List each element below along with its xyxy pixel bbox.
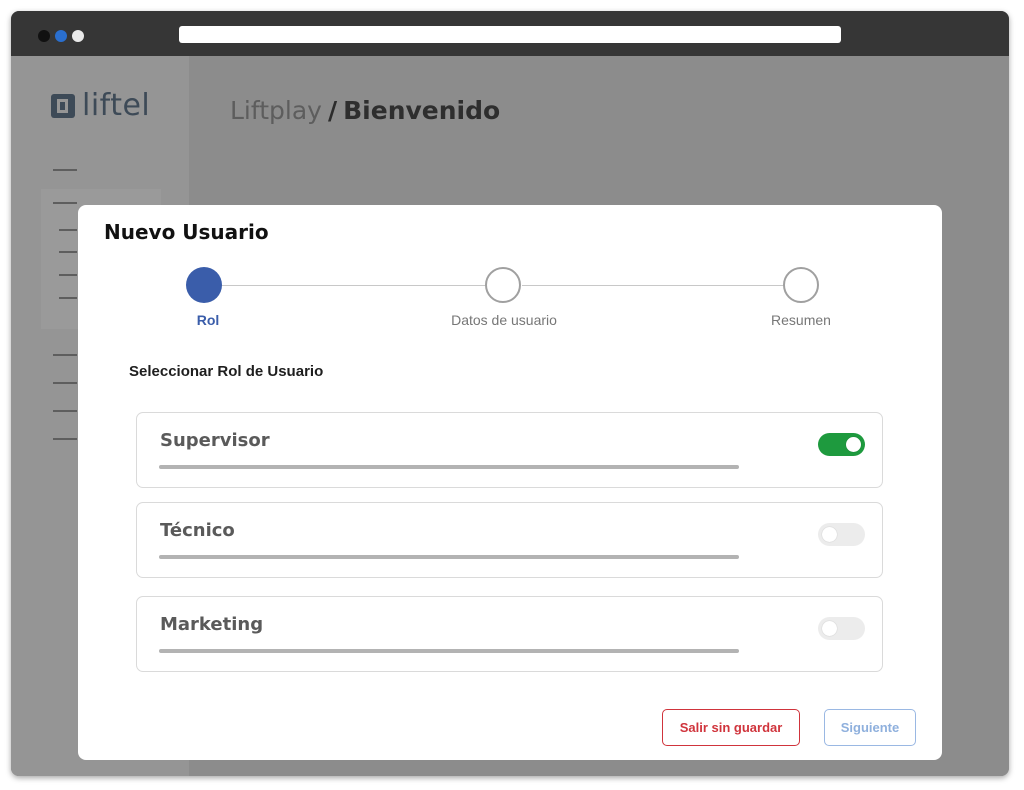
role-description-placeholder xyxy=(159,465,739,469)
sidebar-item[interactable] xyxy=(53,382,77,384)
role-toggle-marketing[interactable] xyxy=(818,617,865,640)
step-resumen-label: Resumen xyxy=(771,312,831,328)
breadcrumb-separator: / xyxy=(327,96,338,125)
toggle-knob xyxy=(822,621,837,636)
address-bar[interactable] xyxy=(179,26,841,43)
sidebar-item[interactable] xyxy=(59,297,77,299)
browser-window: liftel Liftplay / Bienvenido Nuevo Usuario xyxy=(11,11,1009,776)
window-close-icon[interactable] xyxy=(38,30,50,42)
sidebar-item[interactable] xyxy=(59,229,77,231)
role-name: Supervisor xyxy=(160,430,270,451)
new-user-modal: Nuevo Usuario Rol Datos de usuario Resum… xyxy=(78,205,942,760)
sidebar-item[interactable] xyxy=(53,438,77,440)
role-name: Técnico xyxy=(160,520,235,541)
exit-without-saving-button[interactable]: Salir sin guardar xyxy=(662,709,800,746)
window-maximize-icon[interactable] xyxy=(72,30,84,42)
sidebar-item[interactable] xyxy=(53,410,77,412)
section-title: Seleccionar Rol de Usuario xyxy=(129,363,324,380)
browser-titlebar xyxy=(11,11,1009,56)
breadcrumb-parent[interactable]: Liftplay xyxy=(230,96,322,125)
role-description-placeholder xyxy=(159,649,739,653)
toggle-knob xyxy=(822,527,837,542)
breadcrumb-current: Bienvenido xyxy=(343,96,501,125)
step-rol-label: Rol xyxy=(196,312,220,328)
sidebar-item[interactable] xyxy=(59,274,77,276)
role-toggle-tecnico[interactable] xyxy=(818,523,865,546)
role-toggle-supervisor[interactable] xyxy=(818,433,865,456)
modal-title: Nuevo Usuario xyxy=(104,220,269,244)
step-rol-indicator xyxy=(186,267,222,303)
sidebar-item[interactable] xyxy=(53,354,77,356)
next-button[interactable]: Siguiente xyxy=(824,709,916,746)
logo-text: liftel xyxy=(82,88,151,123)
step-datos-indicator xyxy=(485,267,521,303)
stepper-line xyxy=(522,285,784,286)
sidebar-item[interactable] xyxy=(59,251,77,253)
app-background: liftel Liftplay / Bienvenido Nuevo Usuario xyxy=(11,56,1009,776)
role-card-tecnico[interactable]: Técnico xyxy=(136,502,883,578)
liftel-logo-icon xyxy=(51,94,75,118)
role-description-placeholder xyxy=(159,555,739,559)
step-datos-label: Datos de usuario xyxy=(451,312,557,328)
toggle-knob xyxy=(846,437,861,452)
role-name: Marketing xyxy=(160,614,264,635)
sidebar-item[interactable] xyxy=(53,202,77,204)
step-resumen-indicator xyxy=(783,267,819,303)
window-minimize-icon[interactable] xyxy=(55,30,67,42)
role-card-marketing[interactable]: Marketing xyxy=(136,596,883,672)
breadcrumb: Liftplay / Bienvenido xyxy=(230,96,500,125)
stepper-line xyxy=(204,285,486,286)
role-card-supervisor[interactable]: Supervisor xyxy=(136,412,883,488)
sidebar-item[interactable] xyxy=(53,169,77,171)
